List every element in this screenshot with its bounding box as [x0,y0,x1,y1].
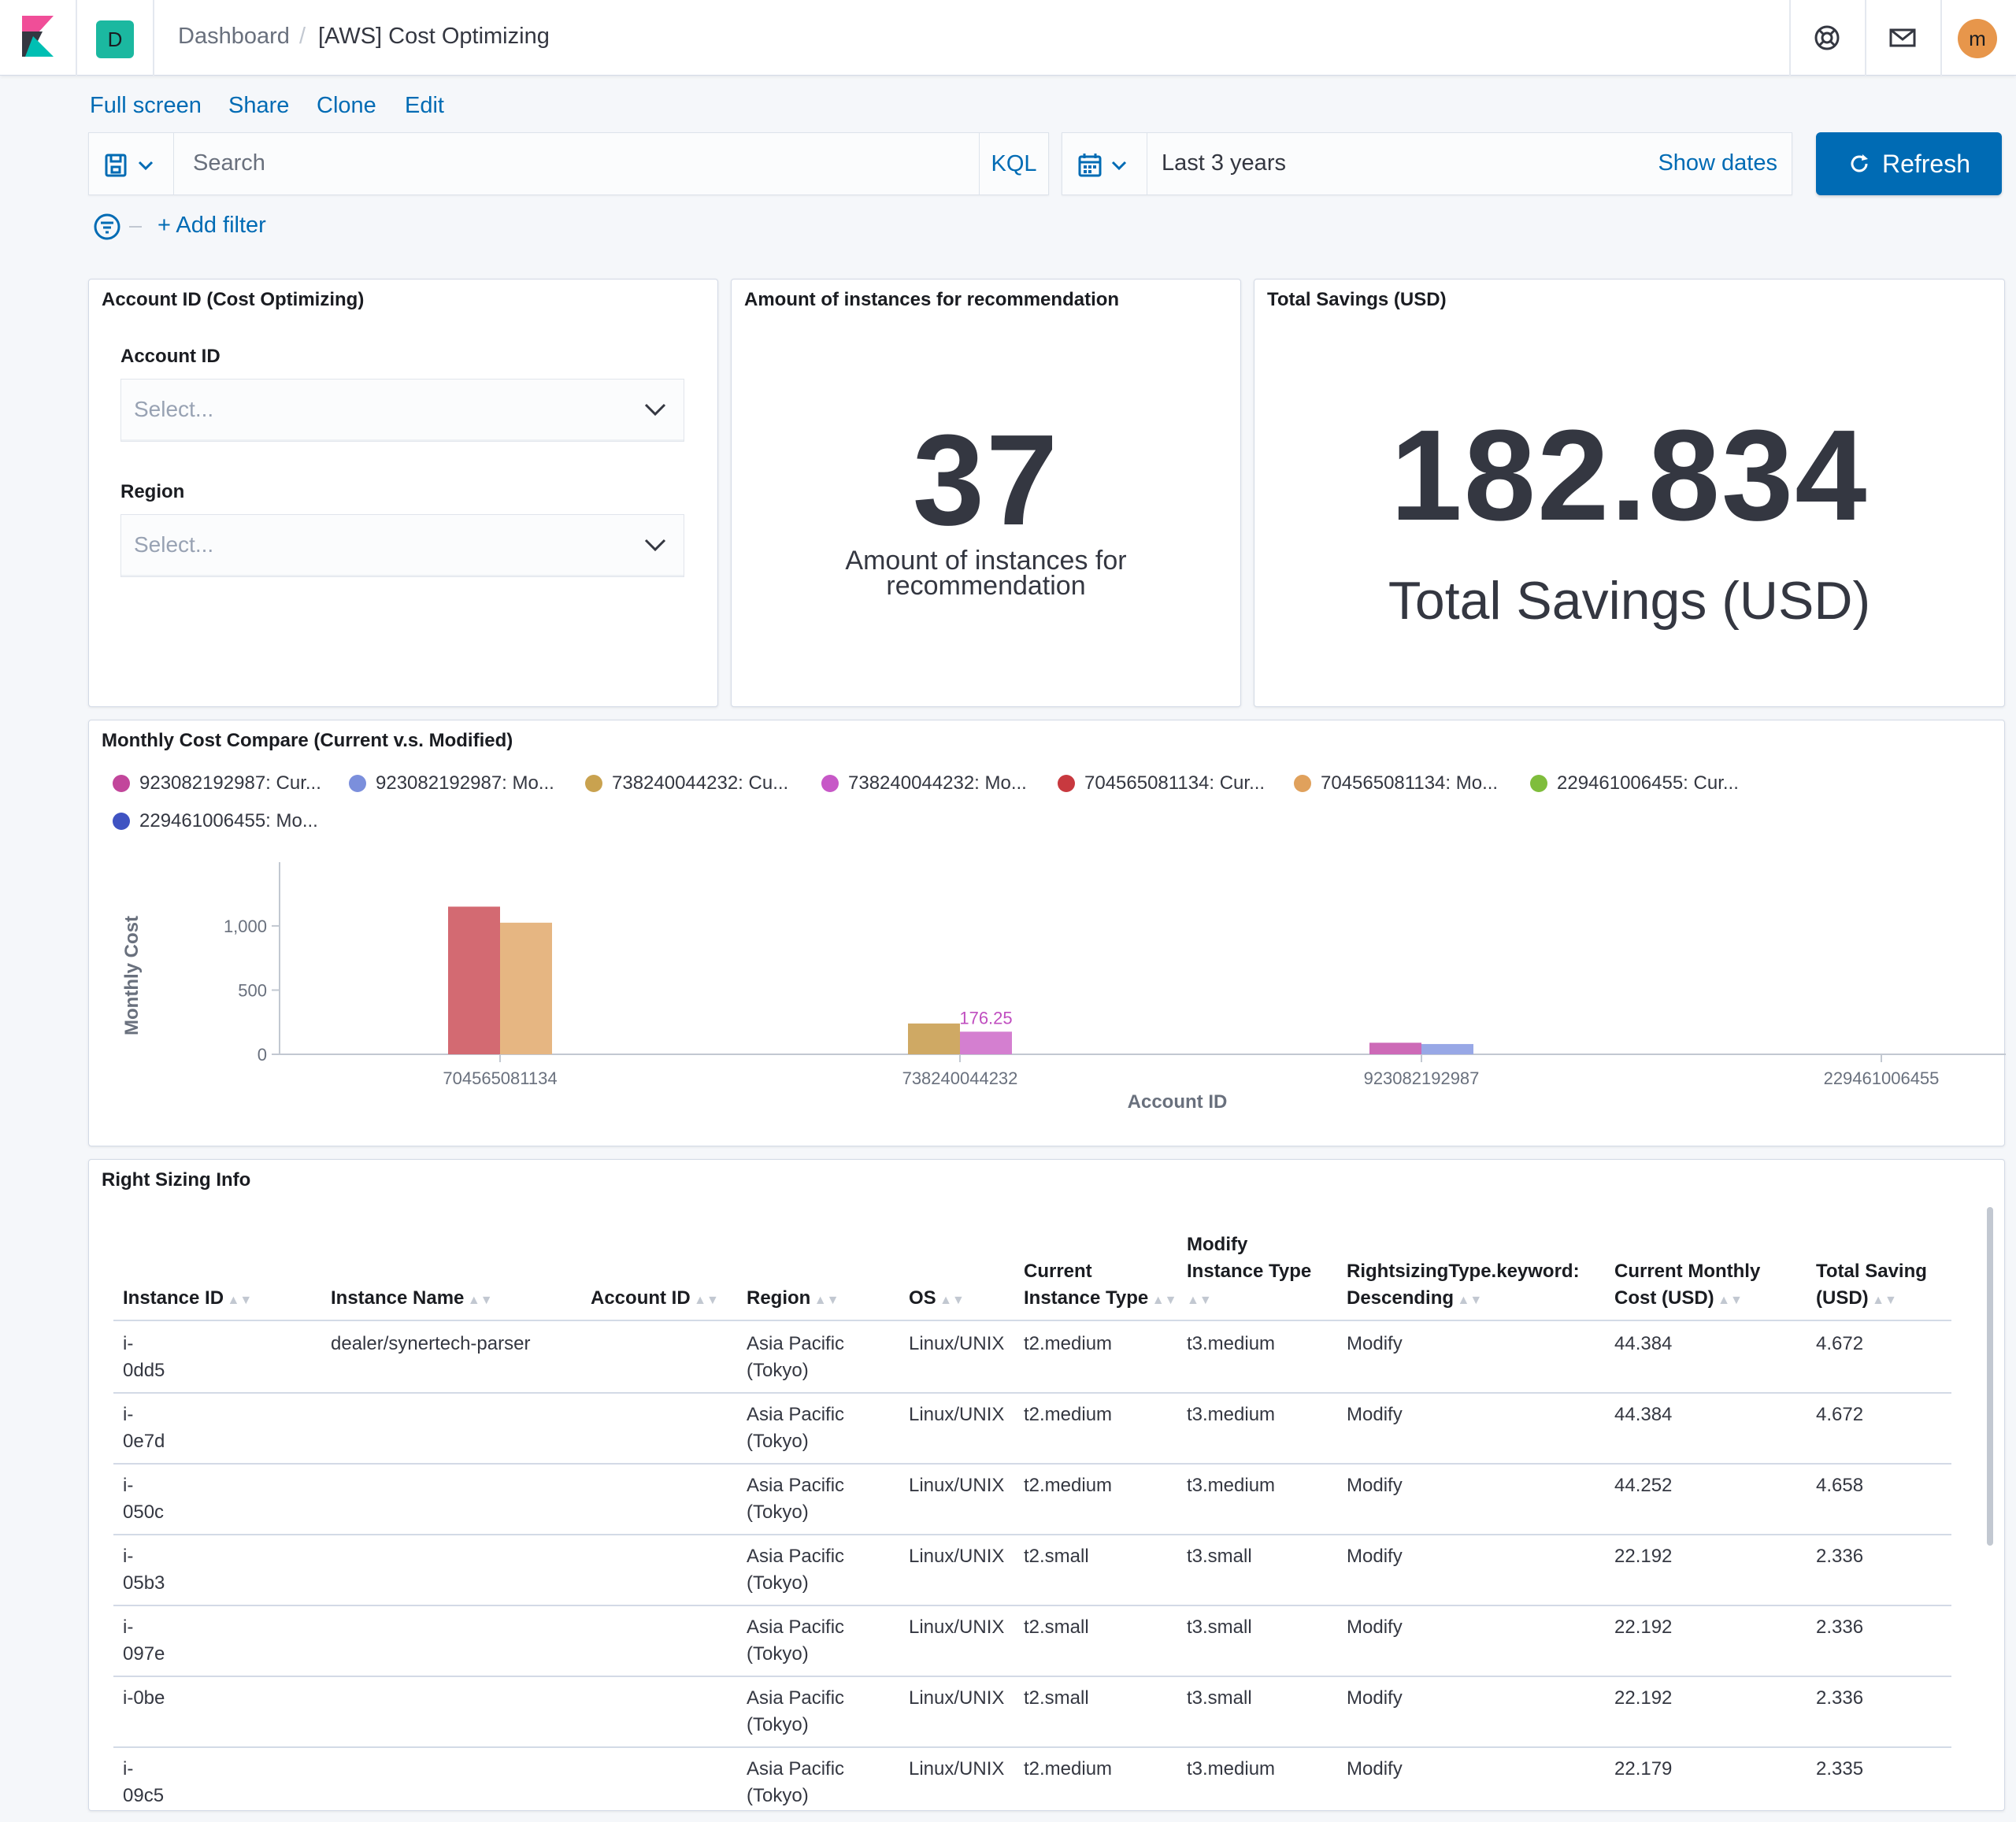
panel-title: Right Sizing Info [102,1169,251,1191]
instances-metric-panel: Amount of instances for recommendation 3… [731,279,1241,707]
header-divider [153,0,154,76]
legend-label: 704565081134: Mo... [1321,772,1499,794]
legend-item[interactable]: 738240044232: Cu... [585,772,788,794]
header-divider [76,0,77,76]
bar-current [908,1023,960,1054]
account-id-select[interactable]: Select... [120,379,684,442]
panel-title: Account ID (Cost Optimizing) [102,289,365,310]
bar-current [1369,1042,1421,1054]
breadcrumb-current: [AWS] Cost Optimizing [318,24,550,49]
breadcrumb-separator: / [299,24,306,49]
legend-label: 704565081134: Cur... [1084,772,1266,794]
account-id-label: Account ID [120,346,220,367]
legend-item[interactable]: 229461006455: Mo... [113,810,318,832]
user-avatar[interactable]: m [1958,19,1997,58]
legend-item[interactable]: 704565081134: Mo... [1294,772,1498,794]
panel-title: Total Savings (USD) [1267,289,1447,310]
legend-swatch [585,775,602,792]
x-tick-label: 229461006455 [1824,1068,1940,1088]
saved-query-button[interactable] [89,133,174,194]
filter-options-icon[interactable] [93,213,156,244]
x-tick-label: 923082192987 [1364,1068,1480,1088]
show-dates-link[interactable]: Show dates [1658,150,1777,176]
metric-label: recommendation [886,571,1086,601]
legend-swatch [349,775,366,792]
y-axis-title: Monthly Cost [121,916,143,1035]
region-label: Region [120,481,185,502]
legend-label: 923082192987: Mo... [376,772,554,794]
space-avatar[interactable]: D [96,20,134,58]
bar-modified [1421,1043,1473,1054]
metric-label: Amount of instances for [845,546,1127,576]
legend-item[interactable]: 229461006455: Cur... [1530,772,1739,794]
right-sizing-table-panel: Right Sizing Info [88,1159,2005,1811]
header-divider [1865,0,1866,76]
top-header: D Dashboard / [AWS] Cost Optimizing m [0,0,2016,76]
metric-label: Total Savings (USD) [1388,571,1871,631]
bar-modified [500,922,552,1054]
share-link[interactable]: Share [228,93,289,119]
y-tick-label: 1,000 [224,917,267,936]
time-range-label[interactable]: Last 3 years [1162,150,1286,176]
quick-select-button[interactable] [1062,133,1147,194]
legend-label: 738240044232: Cu... [612,772,789,794]
monthly-cost-chart-panel: Monthly Cost Compare (Current v.s. Modif… [88,720,2006,1146]
legend-label: 738240044232: Mo... [848,772,1027,794]
calendar-icon [1078,154,1127,177]
kibana-logo[interactable] [22,16,54,57]
date-picker: Last 3 years Show dates [1062,132,1792,195]
query-bar: Search KQL [88,132,1049,195]
newsfeed-icon[interactable] [1887,22,1918,54]
x-tick-label: 738240044232 [902,1068,1018,1088]
kql-toggle[interactable]: KQL [979,133,1048,194]
select-placeholder: Select... [134,397,214,421]
refresh-button[interactable]: Refresh [1816,132,2002,195]
metric-value: 182.834 [1390,403,1869,547]
legend-item[interactable]: 704565081134: Cur... [1058,772,1265,794]
legend-swatch [1058,775,1075,792]
add-filter-link[interactable]: + Add filter [158,213,266,239]
legend-label: 229461006455: Cur... [1557,772,1739,794]
legend-label: 229461006455: Mo... [139,810,318,831]
metric-value: 37 [912,408,1060,552]
legend-swatch [821,775,839,792]
edit-link[interactable]: Edit [405,93,444,119]
controls-panel: Account ID (Cost Optimizing) Account ID … [88,279,718,707]
x-axis-title: Account ID [1128,1091,1228,1113]
legend-swatch [1294,775,1311,792]
legend-item[interactable]: 923082192987: Cur... [113,772,321,794]
data-label: 176.25 [959,1008,1012,1028]
legend-swatch [113,775,130,792]
clone-link[interactable]: Clone [317,93,376,119]
refresh-icon [1851,154,1868,172]
select-placeholder: Select... [134,532,214,557]
chevron-down-icon [644,539,666,552]
legend-item[interactable]: 923082192987: Mo... [349,772,554,794]
y-tick-label: 0 [258,1045,267,1065]
chevron-down-icon [644,403,666,417]
legend-item[interactable]: 738240044232: Mo... [821,772,1027,794]
panel-title: Amount of instances for recommendation [744,289,1120,310]
region-select[interactable]: Select... [120,514,684,577]
legend-label: 923082192987: Cur... [139,772,321,794]
bar-modified [960,1031,1012,1054]
save-icon [105,154,154,177]
help-icon[interactable] [1811,22,1843,54]
header-divider [1940,0,1942,76]
legend-swatch [1530,775,1547,792]
bar-current [448,906,500,1054]
search-input[interactable]: Search [193,150,265,176]
header-divider [1789,0,1791,76]
full-screen-link[interactable]: Full screen [90,93,202,119]
x-tick-label: 704565081134 [443,1068,557,1088]
refresh-label: Refresh [1881,149,1971,178]
breadcrumb-dashboard[interactable]: Dashboard [178,24,290,50]
table-scrollbar[interactable] [1987,1207,1993,1546]
y-tick-label: 500 [238,980,267,1000]
legend-swatch [113,813,130,830]
savings-metric-panel: Total Savings (USD) 182.834 Total Saving… [1254,279,2005,707]
